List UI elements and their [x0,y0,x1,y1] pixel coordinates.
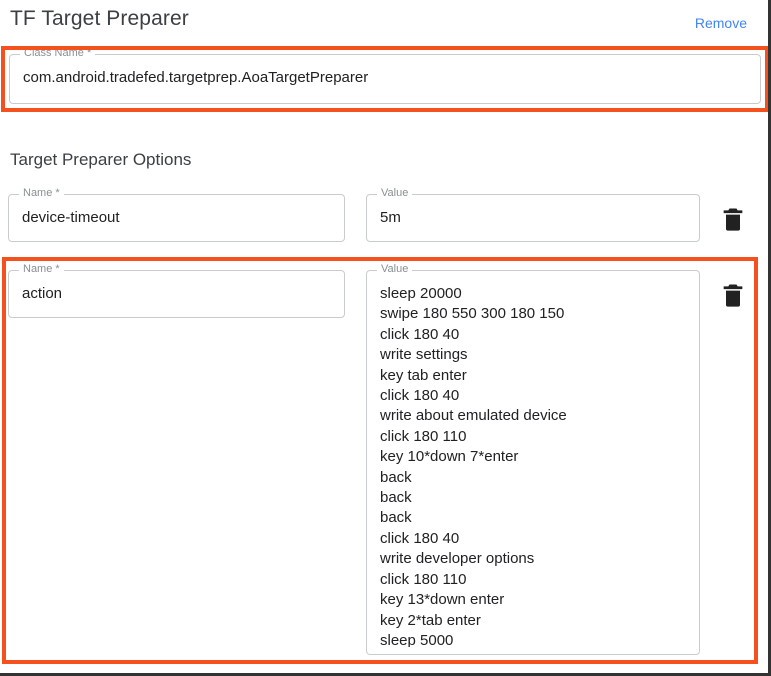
delete-option-button-2[interactable] [719,281,747,309]
class-name-input[interactable]: com.android.tradefed.targetprep.AoaTarge… [23,68,749,87]
option-value-input-1[interactable]: 5m [380,208,688,227]
option-name-field-1[interactable]: Name * device-timeout [8,187,345,242]
option-value-textarea-2[interactable]: sleep 20000 swipe 180 550 300 180 150 cl… [380,284,688,647]
option-name-input-1[interactable]: device-timeout [22,208,333,227]
page-title: TF Target Preparer [10,7,189,30]
option-name-field-2[interactable]: Name * action [8,263,345,318]
class-name-label: Class Name * [20,47,96,60]
option-name-label-1: Name * [19,187,64,200]
tf-target-preparer-panel: TF Target Preparer Remove Class Name * c… [0,0,771,676]
trash-icon [719,205,747,233]
remove-link[interactable]: Remove [695,14,747,32]
option-value-field-2[interactable]: Value sleep 20000 swipe 180 550 300 180 … [366,263,700,655]
option-value-label-2: Value [377,263,413,276]
option-value-field-1[interactable]: Value 5m [366,187,700,242]
trash-icon [719,281,747,309]
option-name-input-2[interactable]: action [22,284,333,303]
option-name-label-2: Name * [19,263,64,276]
option-value-label-1: Value [377,187,413,200]
target-preparer-options-heading: Target Preparer Options [10,150,192,169]
class-name-field[interactable]: Class Name * com.android.tradefed.target… [9,47,761,104]
delete-option-button-1[interactable] [719,205,747,233]
panel-header: TF Target Preparer Remove [0,0,768,48]
